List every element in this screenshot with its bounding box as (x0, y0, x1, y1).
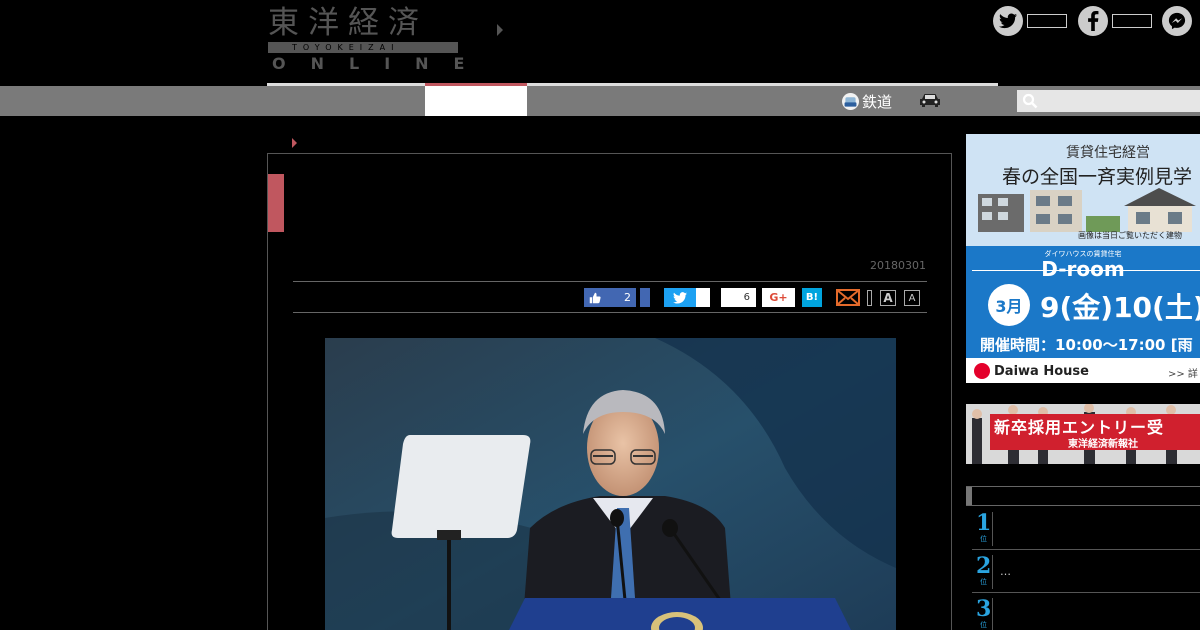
ad-more-link[interactable]: >> 詳 (1168, 365, 1198, 380)
train-icon (842, 92, 859, 110)
title-accent-bar (268, 174, 284, 232)
article-card: 20180301 2 6 G+ B! A A (267, 153, 952, 630)
ad-title-1: 賃貸住宅経営 (1066, 145, 1150, 161)
thumbs-up-icon (589, 292, 601, 303)
ad-title-2: 春の全国一斉実例見学 (1002, 166, 1193, 188)
rank-number: 3 (976, 596, 992, 622)
mail-icon[interactable] (836, 288, 860, 307)
car-icon[interactable] (918, 91, 942, 113)
rank-number: 1 (976, 510, 992, 536)
rank-divider (992, 512, 993, 546)
article-date: 20180301 (870, 259, 926, 272)
rank-unit: 位 (980, 621, 987, 629)
twitter-bird-icon (673, 291, 687, 304)
facebook-share-button[interactable] (640, 288, 650, 307)
ad-month: 3月 (988, 284, 1030, 326)
tweet-count (696, 288, 710, 307)
nav-item-rail[interactable]: 鉄道 (842, 90, 892, 112)
like-count: 2 (624, 291, 631, 304)
font-size-separator (867, 290, 872, 306)
facebook-share-count (1112, 14, 1152, 28)
ad-house-illustration (978, 188, 1196, 232)
ranking-item[interactable]: 3 位 (972, 594, 1200, 630)
facebook-like-button[interactable]: 2 (584, 288, 636, 307)
ad-divider (972, 270, 1200, 271)
twitter-icon[interactable] (993, 6, 1023, 36)
logo-romaji: TOYOKEIZAI (292, 43, 400, 52)
messenger-icon[interactable] (1162, 6, 1192, 36)
hatena-bookmark-button[interactable]: B! (802, 288, 822, 307)
search-icon (1022, 93, 1038, 109)
search-input[interactable] (1017, 90, 1200, 112)
logo-online: ONLINE (272, 54, 490, 73)
tweet-button[interactable] (664, 288, 696, 307)
ranking-item[interactable]: 1 位 (972, 508, 1200, 550)
nav-tab-active[interactable] (425, 86, 527, 116)
ad-dates: 9(金)10(土)1 (1040, 291, 1200, 324)
hatena-count: 6 (721, 288, 756, 307)
breadcrumb[interactable] (292, 138, 297, 148)
nav-item-rail-label: 鉄道 (862, 92, 893, 111)
ad-product-name: D-room (1041, 257, 1125, 281)
divider (293, 281, 927, 282)
logo-kanji: 東洋経済 (268, 5, 428, 41)
daiwa-logo: Daiwa House (974, 363, 1089, 379)
facebook-icon[interactable] (1078, 6, 1108, 36)
daiwa-logo-mark (974, 363, 990, 379)
ranking-header (966, 486, 1200, 506)
rank-title: … (1000, 565, 1011, 578)
gplus-button[interactable]: G+ (762, 288, 795, 307)
daiwa-house-ad[interactable]: 賃貸住宅経営 春の全国一斉実例見学 画像は当日ご覧いただく建物 ダイワハウスの賃… (966, 134, 1200, 383)
chevron-right-icon[interactable] (497, 24, 503, 36)
rank-number: 2 (976, 553, 992, 579)
ranking-header-tab (966, 487, 972, 505)
article-photo (325, 338, 896, 630)
twitter-share-count (1027, 14, 1067, 28)
ad-caption: 画像は当日ご覧いただく建物 (1078, 231, 1182, 240)
ad-time: 開催時間：10:00〜17:00 [雨 (980, 336, 1193, 354)
main-nav: 鉄道 (0, 86, 1200, 116)
recruit-ad[interactable]: 新卒採用エントリー受 東洋経済新報社 (966, 404, 1200, 464)
ranking-item[interactable]: 2 位 … (972, 551, 1200, 593)
ad-footer: Daiwa House >> 詳 (966, 358, 1200, 383)
rank-divider (992, 598, 993, 630)
site-logo[interactable]: 東洋経済 TOYOKEIZAI ONLINE (268, 5, 464, 73)
ad-date-band: ダイワハウスの賃貸住宅 D-room 3月 9(金)10(土)1 開催時間：10… (966, 246, 1200, 358)
rank-unit: 位 (980, 578, 987, 586)
divider (293, 312, 927, 313)
font-size-large-button[interactable]: A (880, 290, 896, 306)
font-size-small-button[interactable]: A (904, 290, 920, 306)
recruit-line-2: 東洋経済新報社 (1068, 439, 1138, 450)
daiwa-logo-text: Daiwa House (994, 363, 1089, 379)
rank-unit: 位 (980, 535, 987, 543)
rank-divider (992, 555, 993, 589)
